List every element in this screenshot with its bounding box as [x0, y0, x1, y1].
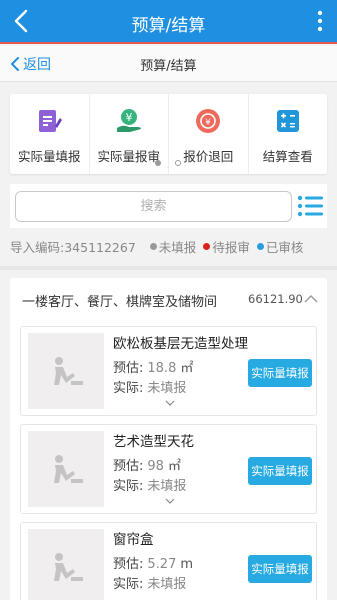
sub-header: 返回 预算/结算: [0, 46, 337, 82]
placeholder-image: [28, 431, 104, 507]
return-icon: ¥: [196, 109, 221, 133]
estimate-row: 预估: 18.8 ㎡: [113, 357, 193, 376]
svg-text:¥: ¥: [205, 118, 211, 128]
legend-label: 待报审: [212, 239, 250, 255]
fill-actual-button[interactable]: 实际量填报: [248, 359, 312, 387]
legend-reviewed: 已审核: [256, 237, 304, 256]
app-title: 预算/结算: [131, 16, 206, 36]
actual-row: 实际: 未填报: [113, 475, 186, 494]
svg-text:¥: ¥: [125, 111, 132, 124]
section-total: 66121.90: [248, 292, 303, 306]
estimate-row: 预估: 5.27 m: [113, 553, 193, 572]
construction-worker-icon: [54, 455, 83, 483]
estimate-unit: ㎡: [180, 361, 194, 376]
estimate-unit: ㎡: [167, 459, 181, 474]
section-divider: [0, 266, 337, 270]
app-bar: 预算/结算: [0, 0, 337, 44]
legend-not-filled: 未填报: [149, 237, 197, 256]
actual-row: 实际: 未填报: [113, 377, 186, 396]
fill-actual-button[interactable]: 实际量填报: [248, 457, 312, 485]
section-header[interactable]: 一楼客厅、餐厅、棋牌室及储物间 66121.90: [10, 278, 327, 320]
item-name: 窗帘盒: [113, 532, 154, 548]
item-name: 艺术造型天花: [113, 434, 194, 450]
fill-actual-button[interactable]: 实际量填报: [248, 555, 312, 583]
room-section: 一楼客厅、餐厅、棋牌室及储物间 66121.90 欧松板基层无造型处理 预估: 1…: [10, 278, 327, 600]
status-legend: 导入编码:345112267 未填报 待报审 已审核: [10, 234, 327, 258]
calculator-icon: [276, 110, 299, 132]
action-settlement-view[interactable]: 结算查看: [249, 94, 328, 174]
action-grid: 实际量填报 ¥ 实际量报审 ¥ 报价退回 结算查看: [10, 94, 327, 174]
action-fill-actual[interactable]: 实际量填报: [10, 94, 90, 174]
search-input[interactable]: [15, 191, 292, 222]
actual-label: 实际:: [113, 577, 144, 592]
chevron-down-icon[interactable]: [165, 498, 175, 505]
estimate-label: 预估:: [113, 459, 144, 474]
legend-pending-review: 待报审: [203, 237, 250, 256]
list-item[interactable]: 窗帘盒 预估: 5.27 m 实际: 未填报 实际量填报: [20, 522, 317, 600]
import-code: 导入编码:345112267: [10, 239, 136, 255]
list-icon[interactable]: [297, 194, 323, 218]
page-indicator-inactive: [175, 160, 181, 166]
estimate-value: 5.27: [147, 557, 177, 572]
money-hand-icon: ¥: [116, 109, 141, 132]
action-label: 实际量填报: [17, 149, 81, 164]
legend-label: 未填报: [158, 239, 197, 255]
action-label: 结算查看: [262, 149, 313, 164]
estimate-value: 18.8: [147, 361, 177, 376]
actual-row: 实际: 未填报: [113, 573, 186, 592]
list-item[interactable]: 欧松板基层无造型处理 预估: 18.8 ㎡ 实际: 未填报 实际量填报: [20, 326, 317, 416]
estimate-label: 预估:: [113, 361, 144, 376]
actual-label: 实际:: [113, 381, 144, 396]
status-dot: [256, 242, 264, 250]
section-title: 一楼客厅、餐厅、棋牌室及储物间: [22, 295, 218, 310]
estimate-unit: m: [180, 557, 194, 572]
placeholder-image: [28, 333, 104, 409]
more-vertical-icon[interactable]: [317, 10, 323, 32]
item-name: 欧松板基层无造型处理: [113, 336, 248, 352]
edit-icon: [39, 110, 63, 132]
list-item[interactable]: 艺术造型天花 预估: 98 ㎡ 实际: 未填报 实际量填报: [20, 424, 317, 514]
chevron-up-icon[interactable]: [304, 294, 318, 304]
actual-label: 实际:: [113, 479, 144, 494]
actual-value: 未填报: [147, 577, 187, 592]
page-indicator-active: [155, 160, 161, 166]
estimate-label: 预估:: [113, 557, 144, 572]
chevron-down-icon[interactable]: [165, 400, 175, 407]
actual-value: 未填报: [147, 479, 187, 494]
page-title: 预算/结算: [140, 59, 197, 74]
search-bar: [10, 184, 327, 228]
actual-value: 未填报: [147, 381, 187, 396]
estimate-value: 98: [147, 459, 164, 474]
construction-worker-icon: [54, 553, 83, 581]
status-dot: [149, 242, 157, 250]
placeholder-image: [28, 529, 104, 600]
estimate-row: 预估: 98 ㎡: [113, 455, 181, 474]
status-dot: [203, 242, 211, 250]
legend-label: 已审核: [265, 239, 304, 255]
construction-worker-icon: [54, 357, 83, 385]
